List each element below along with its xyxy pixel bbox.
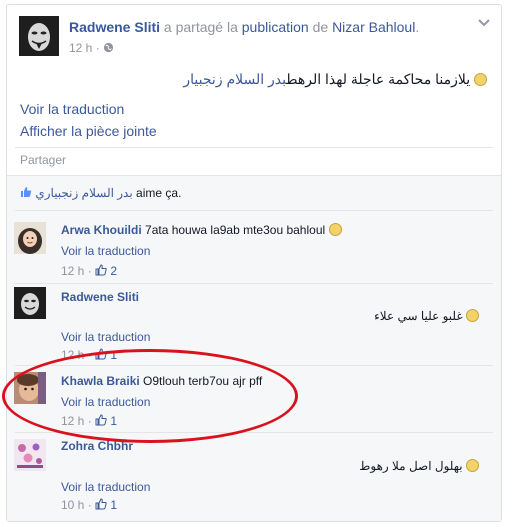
thumbs-up-icon <box>21 187 32 197</box>
commenter-avatar[interactable] <box>14 439 46 471</box>
comment-translate-link[interactable]: Voir la traduction <box>61 244 150 258</box>
divider <box>15 432 493 433</box>
comment-author-link[interactable]: Zohra Chbhr <box>61 439 133 453</box>
comment-like-count[interactable]: 2 <box>110 264 117 278</box>
post-author-link[interactable]: Radwene Sliti <box>69 19 160 35</box>
shared-action-text: a partagé la <box>163 19 238 35</box>
likes-line: بدر السلام زنجبياري aime ça. <box>20 186 181 200</box>
divider <box>15 365 493 366</box>
comment-like-icon[interactable] <box>95 414 107 426</box>
post-header-line: Radwene Sliti a partagé la publication d… <box>69 19 420 35</box>
comment-translate-link[interactable]: Voir la traduction <box>61 395 150 409</box>
comment-like-count[interactable]: 1 <box>110 348 117 362</box>
divider <box>15 210 493 211</box>
post-message: يلازمنا محاكمة عاجلة لهذا الرهطبدر السلا… <box>183 71 487 88</box>
relieved-emoji-icon <box>474 73 487 86</box>
comment-meta: 12 h · 1 <box>61 414 118 428</box>
comment-translate-link[interactable]: Voir la traduction <box>61 330 150 344</box>
meta-separator: · <box>95 41 100 55</box>
frown-emoji-icon <box>466 309 479 322</box>
comment-timestamp[interactable]: 12 h <box>61 414 84 428</box>
comment-translate-link[interactable]: Voir la traduction <box>61 480 150 494</box>
comment-author-link[interactable]: Arwa Khouildi <box>61 223 142 237</box>
comment-text: بهلول اصل ملا رهوط <box>359 459 463 473</box>
comment-text: 7ata houwa la9ab mte3ou bahloul <box>145 223 326 237</box>
comment-timestamp[interactable]: 12 h <box>61 348 84 362</box>
comment-body: Arwa Khouildi 7ata houwa la9ab mte3ou ba… <box>61 223 342 237</box>
share-button[interactable]: Partager <box>20 153 66 167</box>
mentioned-page-link[interactable]: بدر السلام زنجبيار <box>183 71 286 87</box>
post-message-text: يلازمنا محاكمة عاجلة لهذا الرهط <box>286 71 471 87</box>
commenter-avatar[interactable] <box>14 372 46 404</box>
comment-body: بهلول اصل ملا رهوط <box>359 459 479 473</box>
comment-like-count[interactable]: 1 <box>110 498 117 512</box>
globe-icon[interactable] <box>103 42 114 53</box>
post-timestamp[interactable]: 12 h <box>69 41 92 55</box>
comment-author-link[interactable]: Khawla Braiki <box>61 374 140 388</box>
commenter-avatar[interactable] <box>14 287 46 319</box>
post-options-chevron-icon[interactable] <box>477 17 491 31</box>
comment-text: غلبو عليا سي علاء <box>374 309 463 323</box>
commenter-avatar[interactable] <box>14 222 46 254</box>
divider <box>15 283 493 284</box>
shared-post-card: Radwene Sliti a partagé la publication d… <box>6 4 502 522</box>
comment-meta: 12 h · 1 <box>61 348 118 362</box>
comment-body: Khawla Braiki O9tlouh terb7ou ajr pff <box>61 374 262 388</box>
comment-like-count[interactable]: 1 <box>110 414 117 428</box>
post-translate-link[interactable]: Voir la traduction <box>20 101 124 117</box>
attachment-link[interactable]: Afficher la pièce jointe <box>20 123 157 139</box>
comment-meta: 12 h · 2 <box>61 264 118 278</box>
frown-emoji-icon <box>466 459 479 472</box>
comment-like-icon[interactable] <box>95 264 107 276</box>
comment-meta: 10 h · 1 <box>61 498 118 512</box>
comment-like-icon[interactable] <box>95 348 107 360</box>
comment-like-icon[interactable] <box>95 498 107 510</box>
woman-cartoon-avatar-icon <box>14 222 46 254</box>
comment-author-link[interactable]: Radwene Sliti <box>61 290 139 304</box>
child-photo-avatar-icon <box>14 372 46 404</box>
flowers-avatar-icon <box>14 439 46 471</box>
anonymous-mask-icon <box>19 16 59 56</box>
post-meta: 12 h · <box>69 41 114 55</box>
publication-link[interactable]: publication <box>242 19 309 35</box>
comment-text: O9tlouh terb7ou ajr pff <box>143 374 263 388</box>
anonymous-mask-icon <box>14 287 46 319</box>
likes-text: aime ça. <box>136 186 182 200</box>
comment-timestamp[interactable]: 10 h <box>61 498 84 512</box>
smile-emoji-icon <box>328 223 342 236</box>
liker-name-link[interactable]: بدر السلام زنجبياري <box>35 186 132 200</box>
comment-timestamp[interactable]: 12 h <box>61 264 84 278</box>
divider <box>15 147 493 148</box>
original-author-link[interactable]: Nizar Bahloul <box>332 19 415 35</box>
comment-body: غلبو عليا سي علاء <box>374 309 479 323</box>
comments-section: بدر السلام زنجبياري aime ça. Arwa Khouil… <box>7 175 501 521</box>
de-text: de <box>312 19 329 35</box>
author-avatar[interactable] <box>19 16 59 56</box>
